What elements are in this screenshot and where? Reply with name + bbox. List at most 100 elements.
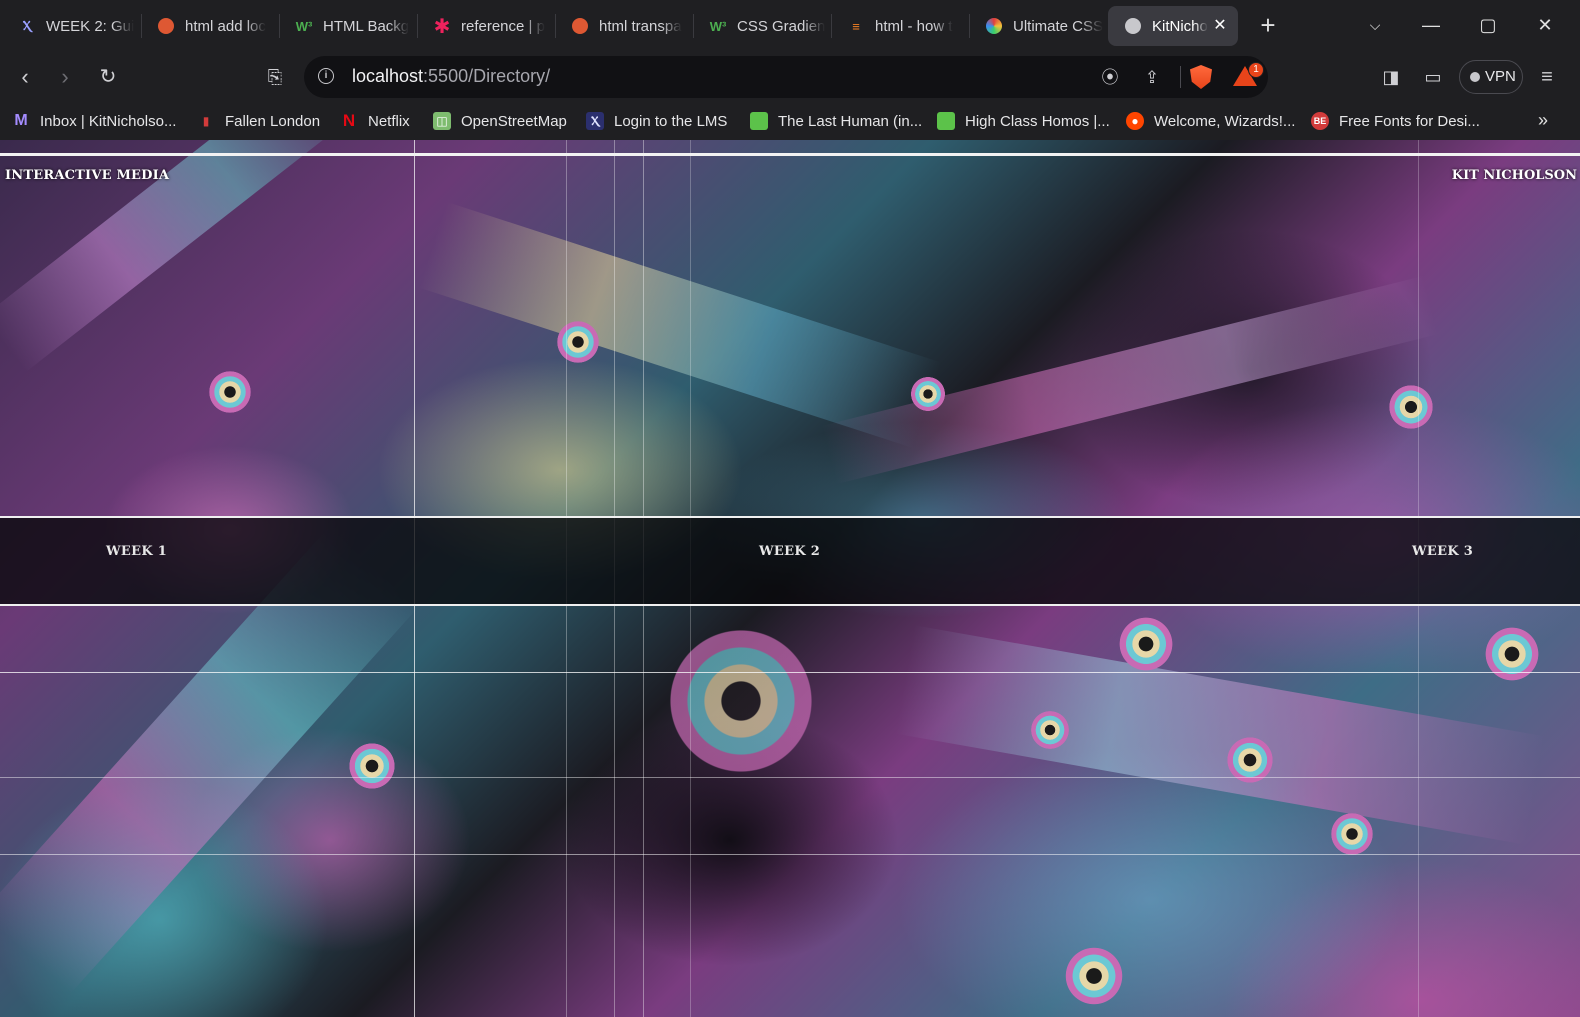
eyespot: [1388, 384, 1434, 430]
page-viewport: INTERACTIVE MEDIA KIT NICHOLSON WEEK 1 W…: [0, 140, 1580, 1017]
eyespot: [1484, 626, 1540, 682]
sidebar-icon[interactable]: ◨: [1376, 62, 1406, 92]
map-icon: ◫: [433, 112, 451, 130]
bookmark-label: Inbox | KitNicholso...: [40, 112, 177, 130]
url-text[interactable]: localhost:5500/Directory/: [352, 66, 550, 87]
tab-title: Ultimate CSS: [1013, 17, 1104, 35]
bookmark-openstreetmap[interactable]: ◫ OpenStreetMap: [433, 110, 567, 132]
url-host: localhost: [352, 66, 424, 86]
share-icon[interactable]: ⇪: [1140, 66, 1164, 90]
address-bar[interactable]: i localhost:5500/Directory/ ⦿ ⇪: [304, 56, 1268, 98]
divider: [1180, 66, 1181, 88]
bookmark-label: Fallen London: [225, 112, 321, 130]
vpn-status-icon: [1470, 72, 1480, 82]
tab-html-how-to[interactable]: ≡ html - how t: [831, 6, 969, 46]
maximize-icon[interactable]: ▢: [1473, 10, 1503, 40]
bookmark-fallen-london[interactable]: ▮ Fallen London: [197, 110, 320, 132]
header-rule: [0, 153, 1580, 156]
toolbar: ‹ › ↻ ⎘ i localhost:5500/Directory/ ⦿ ⇪ …: [0, 52, 1580, 102]
bookmark-inbox[interactable]: M Inbox | KitNicholso...: [12, 110, 176, 132]
glitch-line: [0, 672, 1580, 673]
ao3-icon: [937, 112, 955, 130]
bookmarks-bar: M Inbox | KitNicholso... ▮ Fallen London…: [0, 102, 1580, 140]
bookmark-label: High Class Homos |...: [965, 112, 1110, 130]
new-tab-icon[interactable]: +: [1254, 12, 1282, 40]
tab-html-transparent[interactable]: html transpa: [555, 6, 693, 46]
vpn-button[interactable]: VPN: [1459, 60, 1523, 94]
eyespot: [666, 626, 816, 776]
tab-ultimate-css[interactable]: Ultimate CSS: [969, 6, 1107, 46]
reddit-icon: ●: [1126, 112, 1144, 130]
week-1-link[interactable]: WEEK 1: [106, 544, 167, 559]
media-router-icon[interactable]: ⦿: [1098, 66, 1122, 90]
minimize-icon[interactable]: —: [1416, 10, 1446, 40]
author-name: KIT NICHOLSON: [1451, 168, 1577, 183]
glitch-line: [0, 777, 1580, 778]
tab-html-background[interactable]: W³ HTML Backg: [279, 6, 417, 46]
tab-title: KitNicho: [1152, 17, 1208, 35]
bookmark-wizards[interactable]: ● Welcome, Wizards!...: [1126, 110, 1295, 132]
tab-strip: Ⲭ WEEK 2: Gui html add loc W³ HTML Backg…: [0, 0, 1580, 52]
tab-kitnicholson[interactable]: KitNicho ✕: [1108, 6, 1238, 46]
site-title: INTERACTIVE MEDIA: [5, 168, 170, 183]
asterisk-icon: ✱: [433, 15, 451, 38]
vpn-label: VPN: [1485, 68, 1516, 85]
fonts-icon: BE: [1311, 112, 1329, 130]
tab-reference[interactable]: ✱ reference | p: [417, 6, 555, 46]
reload-icon[interactable]: ↻: [93, 62, 123, 92]
ddg-icon: [157, 17, 175, 35]
gradient-icon: [985, 17, 1003, 35]
tab-title: CSS Gradien: [737, 17, 826, 35]
w3schools-icon: W³: [295, 18, 313, 34]
bookmark-icon[interactable]: ⎘: [260, 62, 290, 92]
gmail-icon: M: [14, 112, 28, 129]
ao3-icon: [750, 112, 768, 130]
url-path: :5500/Directory/: [423, 66, 551, 86]
site-info-icon[interactable]: i: [318, 68, 334, 84]
candle-icon: ▮: [202, 114, 210, 128]
week-navigation: WEEK 1 WEEK 2 WEEK 3: [0, 516, 1580, 606]
bookmark-label: The Last Human (in...: [778, 112, 923, 130]
tab-title: HTML Backg: [323, 17, 410, 35]
close-tab-icon[interactable]: ✕: [1210, 16, 1230, 36]
week-3-link[interactable]: WEEK 3: [1412, 544, 1473, 559]
tab-title: WEEK 2: Gui: [46, 17, 135, 35]
window-close-icon[interactable]: ✕: [1530, 10, 1560, 40]
eyespot: [1118, 616, 1174, 672]
tab-css-gradient[interactable]: W³ CSS Gradien: [693, 6, 831, 46]
bookmark-label: Netflix: [368, 112, 410, 130]
bookmark-label: OpenStreetMap: [461, 112, 567, 130]
bookmark-label: Free Fonts for Desi...: [1339, 112, 1480, 130]
menu-icon[interactable]: ≡: [1532, 62, 1562, 92]
bookmark-label: Welcome, Wizards!...: [1154, 112, 1296, 130]
globe-icon: [1124, 17, 1142, 35]
stackoverflow-icon: ≡: [852, 18, 860, 34]
eyespot: [208, 370, 252, 414]
eyespot: [1064, 946, 1124, 1006]
glitch-line: [0, 854, 1580, 855]
eyespot: [1030, 710, 1070, 750]
tab-search-chevron-icon[interactable]: ⌵: [1360, 10, 1390, 40]
forward-icon[interactable]: ›: [50, 62, 80, 92]
w3schools-icon: W³: [709, 18, 727, 34]
more-bookmarks-icon[interactable]: »: [1538, 110, 1548, 131]
bookmark-lms[interactable]: Ⲭ Login to the LMS: [586, 110, 727, 132]
tab-week2[interactable]: Ⲭ WEEK 2: Gui: [2, 6, 140, 46]
week-2-link[interactable]: WEEK 2: [759, 544, 820, 559]
eyespot: [1330, 812, 1374, 856]
tab-html-add-loc[interactable]: html add loc: [141, 6, 279, 46]
bookmark-netflix[interactable]: N Netflix: [340, 110, 410, 132]
netflix-icon: N: [342, 111, 356, 130]
bookmark-last-human[interactable]: The Last Human (in...: [750, 110, 922, 132]
bookmark-high-class[interactable]: High Class Homos |...: [937, 110, 1110, 132]
bookmark-free-fonts[interactable]: BE Free Fonts for Desi...: [1311, 110, 1480, 132]
tab-title: html - how t: [875, 17, 953, 35]
tab-title: html add loc: [185, 17, 266, 35]
wallet-icon[interactable]: ▭: [1418, 62, 1448, 92]
wing-streak: [895, 625, 1545, 845]
rewards-badge: 1: [1248, 62, 1264, 78]
lms-icon: Ⲭ: [22, 18, 32, 33]
back-icon[interactable]: ‹: [10, 62, 40, 92]
tab-title: reference | p: [461, 17, 545, 35]
tab-title: html transpa: [599, 17, 682, 35]
